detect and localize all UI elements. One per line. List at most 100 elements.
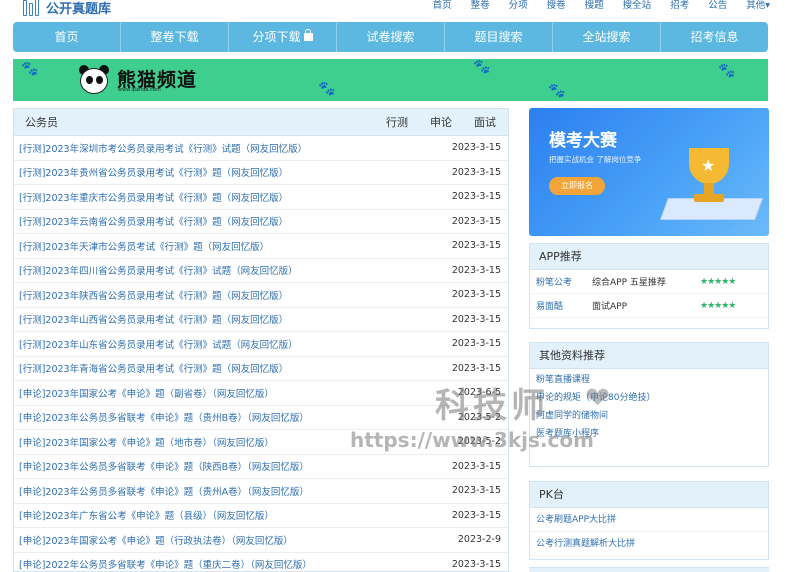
banner-url: www.ipanda.com xyxy=(118,87,161,93)
app-recommend-title: APP推荐 xyxy=(530,244,768,270)
top-bar: 公开真题库 首页 整卷 分项 搜卷 搜题 搜全站 招考 公告 其他▾ xyxy=(0,0,800,18)
exam-date: 2023-3-15 xyxy=(451,191,501,203)
paw-icon: 🐾 xyxy=(548,83,566,99)
next-box-edge xyxy=(529,567,769,572)
exam-list-row: [申论]2023年公务员多省联考《申论》题（贵州A卷）（网友回忆版） 2023-3… xyxy=(14,479,508,504)
nav-paper-search[interactable]: 试卷搜索 xyxy=(337,22,445,52)
resource-link[interactable]: 申论的规矩（申论80分绝技） xyxy=(530,389,768,407)
top-link-papers[interactable]: 整卷 xyxy=(471,0,490,11)
exam-list-row: [行测]2023年山东省公务员录用考试《行测》试题（网友回忆版） 2023-3-1… xyxy=(14,332,508,357)
exam-title-link[interactable]: [行测]2023年山东省公务员录用考试《行测》试题（网友回忆版） xyxy=(19,337,298,351)
nav-home[interactable]: 首页 xyxy=(13,22,121,52)
list-header: 公务员 行测 申论 面试 xyxy=(14,109,508,136)
exam-list-panel: 公务员 行测 申论 面试 [行测]2023年深圳市考公务员录用考试《行测》试题（… xyxy=(13,108,509,572)
exam-title-link[interactable]: [行测]2023年天津市公务员考试《行测》题（网友回忆版） xyxy=(19,239,269,253)
top-link-recruit[interactable]: 招考 xyxy=(670,0,689,11)
pk-box: PK台 公考刷题APP大比拼 公考行测真题解析大比拼 xyxy=(529,481,769,560)
exam-list-row: [行测]2023年重庆市公务员录用考试《行测》题（网友回忆版） 2023-3-15 xyxy=(14,185,508,210)
exam-title-link[interactable]: [申论]2023年国家公考《申论》题（地市卷）（网友回忆版） xyxy=(19,435,274,449)
exam-date: 2023-3-15 xyxy=(451,485,501,497)
exam-title-link[interactable]: [申论]2022年公务员多省联考《申论》题（重庆二卷）（网友回忆版） xyxy=(19,557,312,571)
exam-list-row: [申论]2023年公务员多省联考《申论》题（陕西B卷）（网友回忆版） 2023-3… xyxy=(14,455,508,479)
paw-icon: 🐾 xyxy=(318,81,336,97)
top-link-search-papers[interactable]: 搜卷 xyxy=(547,0,566,11)
exam-title-link[interactable]: [申论]2023年国家公考《申论》题（副省卷）（网友回忆版） xyxy=(19,386,274,400)
exam-date: 2023-3-15 xyxy=(451,215,501,227)
exam-list-row: [申论]2023年广东省公考《申论》题（县级）（网友回忆版） 2023-3-15 xyxy=(14,504,508,528)
exam-date: 2023-2-9 xyxy=(457,534,501,546)
exam-title-link[interactable]: [行测]2023年陕西省公务员录用考试《行测》题（网友回忆版） xyxy=(19,288,288,302)
exam-date: 2023-6-5 xyxy=(457,387,501,399)
nav-recruit-info[interactable]: 招考信息 xyxy=(661,22,768,52)
exam-date: 2023-3-15 xyxy=(451,166,501,178)
nav-section-download[interactable]: 分项下载 xyxy=(229,22,337,52)
exam-date: 2023-5-2 xyxy=(457,436,501,448)
tab-mianshi[interactable]: 面试 xyxy=(474,114,496,130)
exam-title-link[interactable]: [行测]2023年重庆市公务员录用考试《行测》题（网友回忆版） xyxy=(19,190,288,204)
resources-title: 其他资料推荐 xyxy=(530,343,768,369)
ad-banner[interactable]: 🐾 🐾 🐾 🐾 🐾 熊猫频道 www.ipanda.com xyxy=(13,59,768,101)
paw-icon: 🐾 xyxy=(473,59,491,75)
resource-link[interactable]: 阿虚同学的储物间 xyxy=(530,407,768,425)
exam-title-link[interactable]: [申论]2023年公务员多省联考《申论》题（贵州B卷）（网友回忆版） xyxy=(19,410,309,424)
exam-title-link[interactable]: [申论]2023年公务员多省联考《申论》题（贵州A卷）（网友回忆版） xyxy=(19,484,309,498)
resource-link[interactable]: 粉笔直播课程 xyxy=(530,371,768,389)
promo-subtitle: 把握实战机会 了解岗位竞争 xyxy=(549,155,642,164)
star-rating-icon: ★★★★★ xyxy=(700,300,736,311)
app-name[interactable]: 粉笔公考 xyxy=(530,275,592,288)
exam-title-link[interactable]: [申论]2023年国家公考《申论》题（行政执法卷）（网友回忆版） xyxy=(19,533,293,547)
exam-title-link[interactable]: [行测]2023年贵州省公务员录用考试《行测》题（网友回忆版） xyxy=(19,165,288,179)
exam-date: 2023-3-15 xyxy=(451,313,501,325)
tab-xingce[interactable]: 行测 xyxy=(386,114,408,130)
exam-list-row: [行测]2023年贵州省公务员录用考试《行测》题（网友回忆版） 2023-3-15 xyxy=(14,161,508,185)
promo-title: 模考大赛 xyxy=(549,131,617,151)
app-name[interactable]: 易面酷 xyxy=(530,299,592,312)
app-item: 易面酷 面试APP ★★★★★ xyxy=(530,294,768,318)
app-recommend-box: APP推荐 粉笔公考 综合APP 五星推荐 ★★★★★ 易面酷 面试APP ★★… xyxy=(529,243,769,329)
exam-date: 2023-3-15 xyxy=(451,142,501,154)
exam-list-row: [行测]2023年陕西省公务员录用考试《行测》题（网友回忆版） 2023-3-15 xyxy=(14,283,508,308)
site-logo[interactable]: 公开真题库 xyxy=(22,0,111,18)
top-link-home[interactable]: 首页 xyxy=(433,0,452,11)
exam-title-link[interactable]: [行测]2023年青海省公务员录用考试《行测》题（网友回忆版） xyxy=(19,361,288,375)
exam-date: 2023-3-15 xyxy=(451,362,501,374)
exam-title-link[interactable]: [行测]2023年山西省公务员录用考试《行测》题（网友回忆版） xyxy=(19,312,288,326)
exam-list-row: [行测]2023年山西省公务员录用考试《行测》题（网友回忆版） 2023-3-15 xyxy=(14,308,508,332)
trophy-icon: ★ xyxy=(659,138,764,228)
signup-button[interactable]: 立即报名 xyxy=(549,177,605,195)
top-link-search-site[interactable]: 搜全站 xyxy=(623,0,652,11)
lock-icon xyxy=(303,29,313,41)
exam-title-link[interactable]: [申论]2023年广东省公考《申论》题（县级）（网友回忆版） xyxy=(19,508,274,522)
exam-title-link[interactable]: [行测]2023年深圳市考公务员录用考试《行测》试题（网友回忆版） xyxy=(19,141,307,155)
exam-date: 2023-3-15 xyxy=(451,558,501,570)
exam-list-row: [行测]2023年天津市公务员考试《行测》题（网友回忆版） 2023-3-15 xyxy=(14,234,508,259)
top-link-more[interactable]: 其他▾ xyxy=(746,0,770,11)
app-desc: 面试APP xyxy=(592,302,628,312)
paw-icon: 🐾 xyxy=(21,61,39,77)
exam-date: 2023-3-15 xyxy=(451,338,501,350)
nav-question-search[interactable]: 题目搜索 xyxy=(445,22,553,52)
exam-date: 2023-3-15 xyxy=(451,264,501,276)
exam-list-row: [申论]2023年国家公考《申论》题（副省卷）（网友回忆版） 2023-6-5 xyxy=(14,381,508,406)
exam-title-link[interactable]: [申论]2023年公务员多省联考《申论》题（陕西B卷）（网友回忆版） xyxy=(19,459,309,473)
nav-full-download[interactable]: 整卷下载 xyxy=(121,22,229,52)
top-link-search-questions[interactable]: 搜题 xyxy=(585,0,604,11)
pk-link[interactable]: 公考行测真题解析大比拼 xyxy=(530,532,768,556)
pk-link[interactable]: 公考刷题APP大比拼 xyxy=(530,508,768,532)
exam-list-row: [申论]2022年公务员多省联考《申论》题（重庆二卷）（网友回忆版） 2023-3… xyxy=(14,553,508,571)
pk-title: PK台 xyxy=(530,482,768,508)
panda-logo-icon xyxy=(79,64,109,96)
nav-site-search[interactable]: 全站搜索 xyxy=(553,22,661,52)
exam-title-link[interactable]: [行测]2023年云南省公务员录用考试《行测》题（网友回忆版） xyxy=(19,214,288,228)
exam-list-row: [申论]2023年公务员多省联考《申论》题（贵州B卷）（网友回忆版） 2023-5… xyxy=(14,406,508,430)
tab-shenlun[interactable]: 申论 xyxy=(430,114,452,130)
resources-box: 其他资料推荐 粉笔直播课程 申论的规矩（申论80分绝技） 阿虚同学的储物间 医考… xyxy=(529,342,769,467)
resource-link[interactable]: 医考题库小程序 xyxy=(530,425,768,443)
top-link-sections[interactable]: 分项 xyxy=(509,0,528,11)
exam-title-link[interactable]: [行测]2023年四川省公务员录用考试《行测》试题（网友回忆版） xyxy=(19,263,298,277)
list-tabs: 行测 申论 面试 xyxy=(386,114,496,130)
top-link-notice[interactable]: 公告 xyxy=(708,0,727,11)
star-rating-icon: ★★★★★ xyxy=(700,276,736,287)
exam-list-row: [行测]2023年云南省公务员录用考试《行测》题（网友回忆版） 2023-3-15 xyxy=(14,210,508,234)
mock-exam-promo[interactable]: 模考大赛 把握实战机会 了解岗位竞争 立即报名 ★ xyxy=(529,108,769,236)
